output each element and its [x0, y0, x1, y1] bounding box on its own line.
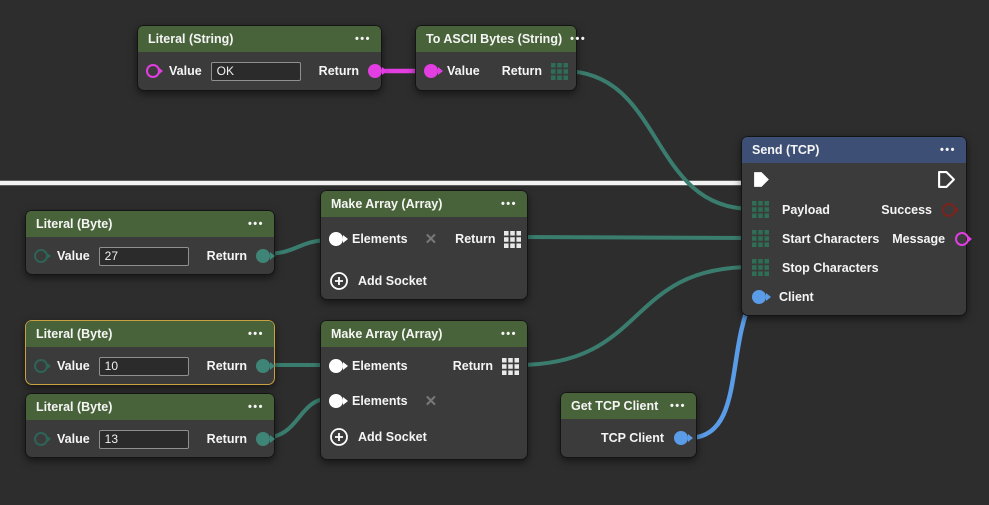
value-input-socket[interactable] — [424, 64, 438, 78]
return-label: Return — [453, 359, 493, 373]
node-title: Literal (Byte) — [36, 400, 112, 414]
node-literal-string[interactable]: Literal (String) ••• Value Return — [137, 25, 382, 91]
node-title: Send (TCP) — [752, 143, 819, 157]
value-input-socket[interactable] — [34, 359, 48, 373]
stop-characters-input-socket-icon[interactable] — [752, 259, 769, 276]
return-output-socket[interactable] — [256, 359, 270, 373]
add-socket-label[interactable]: Add Socket — [358, 274, 427, 288]
wire-ascii-to-payload[interactable] — [563, 71, 752, 209]
value-label: Value — [447, 64, 480, 78]
value-input-socket[interactable] — [34, 249, 48, 263]
node-canvas[interactable]: Literal (String) ••• Value Return To ASC… — [0, 0, 989, 505]
wire-array2-to-stop-characters[interactable] — [518, 267, 752, 365]
node-title: Literal (Byte) — [36, 217, 112, 231]
payload-input-socket-icon[interactable] — [752, 201, 769, 218]
node-literal-byte-27[interactable]: Literal (Byte) ••• Value Return — [25, 210, 275, 275]
success-output-socket[interactable] — [942, 203, 956, 217]
elements-input-socket[interactable] — [329, 232, 343, 246]
elements-label-2: Elements — [352, 394, 408, 408]
remove-socket-icon[interactable]: ✕ — [425, 232, 438, 247]
node-header[interactable]: To ASCII Bytes (String) ••• — [416, 26, 576, 52]
value-input[interactable] — [211, 62, 301, 81]
node-menu-icon[interactable]: ••• — [501, 329, 517, 340]
wire-array1-to-start-characters[interactable] — [518, 237, 752, 238]
return-label: Return — [207, 432, 247, 446]
node-title: To ASCII Bytes (String) — [426, 32, 562, 46]
node-header[interactable]: Literal (Byte) ••• — [26, 211, 274, 237]
elements-input-socket-2[interactable] — [329, 394, 343, 408]
value-input[interactable] — [99, 430, 189, 449]
value-label: Value — [57, 432, 90, 446]
node-literal-byte-13[interactable]: Literal (Byte) ••• Value Return — [25, 393, 275, 458]
client-input-socket[interactable] — [752, 290, 766, 304]
start-characters-input-socket-icon[interactable] — [752, 230, 769, 247]
node-to-ascii-bytes[interactable]: To ASCII Bytes (String) ••• Value Return — [415, 25, 577, 91]
node-menu-icon[interactable]: ••• — [248, 402, 264, 413]
node-header[interactable]: Make Array (Array) ••• — [321, 321, 527, 347]
node-literal-byte-10[interactable]: Literal (Byte) ••• Value Return — [25, 320, 275, 385]
exec-output-icon[interactable] — [937, 170, 956, 189]
node-title: Make Array (Array) — [331, 327, 442, 341]
node-make-array-1[interactable]: Make Array (Array) ••• Elements ✕ Return… — [320, 190, 528, 300]
node-header[interactable]: Literal (Byte) ••• — [26, 394, 274, 420]
start-characters-label: Start Characters — [782, 232, 879, 246]
node-header[interactable]: Send (TCP) ••• — [742, 137, 966, 163]
return-label: Return — [207, 249, 247, 263]
node-menu-icon[interactable]: ••• — [248, 329, 264, 340]
success-label: Success — [881, 203, 932, 217]
node-title: Literal (Byte) — [36, 327, 112, 341]
node-header[interactable]: Get TCP Client ••• — [561, 393, 696, 419]
node-make-array-2[interactable]: Make Array (Array) ••• Elements Return E… — [320, 320, 528, 460]
node-menu-icon[interactable]: ••• — [670, 401, 686, 412]
node-menu-icon[interactable]: ••• — [355, 34, 371, 45]
stop-characters-label: Stop Characters — [782, 261, 879, 275]
add-socket-icon[interactable] — [329, 271, 349, 291]
exec-input-icon[interactable] — [752, 170, 771, 189]
return-array-socket-icon[interactable] — [502, 358, 519, 375]
tcp-client-label: TCP Client — [601, 431, 664, 445]
elements-label: Elements — [352, 232, 408, 246]
wire-client[interactable] — [690, 298, 752, 438]
value-label: Value — [57, 249, 90, 263]
return-output-socket[interactable] — [256, 432, 270, 446]
node-get-tcp-client[interactable]: Get TCP Client ••• TCP Client — [560, 392, 697, 458]
payload-label: Payload — [782, 203, 830, 217]
return-output-socket[interactable] — [368, 64, 382, 78]
value-input[interactable] — [99, 247, 189, 266]
elements-label-1: Elements — [352, 359, 408, 373]
node-title: Get TCP Client — [571, 399, 658, 413]
value-label: Value — [57, 359, 90, 373]
node-title: Literal (String) — [148, 32, 233, 46]
node-header[interactable]: Make Array (Array) ••• — [321, 191, 527, 217]
add-socket-label[interactable]: Add Socket — [358, 430, 427, 444]
node-send-tcp[interactable]: Send (TCP) ••• Payload Success Start Cha… — [741, 136, 967, 316]
node-menu-icon[interactable]: ••• — [248, 219, 264, 230]
return-array-socket-icon[interactable] — [551, 63, 568, 80]
return-label: Return — [502, 64, 542, 78]
node-menu-icon[interactable]: ••• — [940, 145, 956, 156]
node-title: Make Array (Array) — [331, 197, 442, 211]
value-input[interactable] — [99, 357, 189, 376]
elements-input-socket-1[interactable] — [329, 359, 343, 373]
node-menu-icon[interactable]: ••• — [570, 34, 586, 45]
return-array-socket-icon[interactable] — [504, 231, 521, 248]
message-output-socket[interactable] — [955, 232, 969, 246]
value-label: Value — [169, 64, 202, 78]
node-header[interactable]: Literal (String) ••• — [138, 26, 381, 52]
node-menu-icon[interactable]: ••• — [501, 199, 517, 210]
client-label: Client — [779, 290, 814, 304]
return-label: Return — [319, 64, 359, 78]
remove-socket-icon[interactable]: ✕ — [425, 394, 438, 409]
tcp-client-output-socket[interactable] — [674, 431, 688, 445]
return-label: Return — [207, 359, 247, 373]
message-label: Message — [892, 232, 945, 246]
add-socket-icon[interactable] — [329, 427, 349, 447]
value-input-socket[interactable] — [146, 64, 160, 78]
node-header[interactable]: Literal (Byte) ••• — [26, 321, 274, 347]
return-label: Return — [455, 232, 495, 246]
value-input-socket[interactable] — [34, 432, 48, 446]
return-output-socket[interactable] — [256, 249, 270, 263]
